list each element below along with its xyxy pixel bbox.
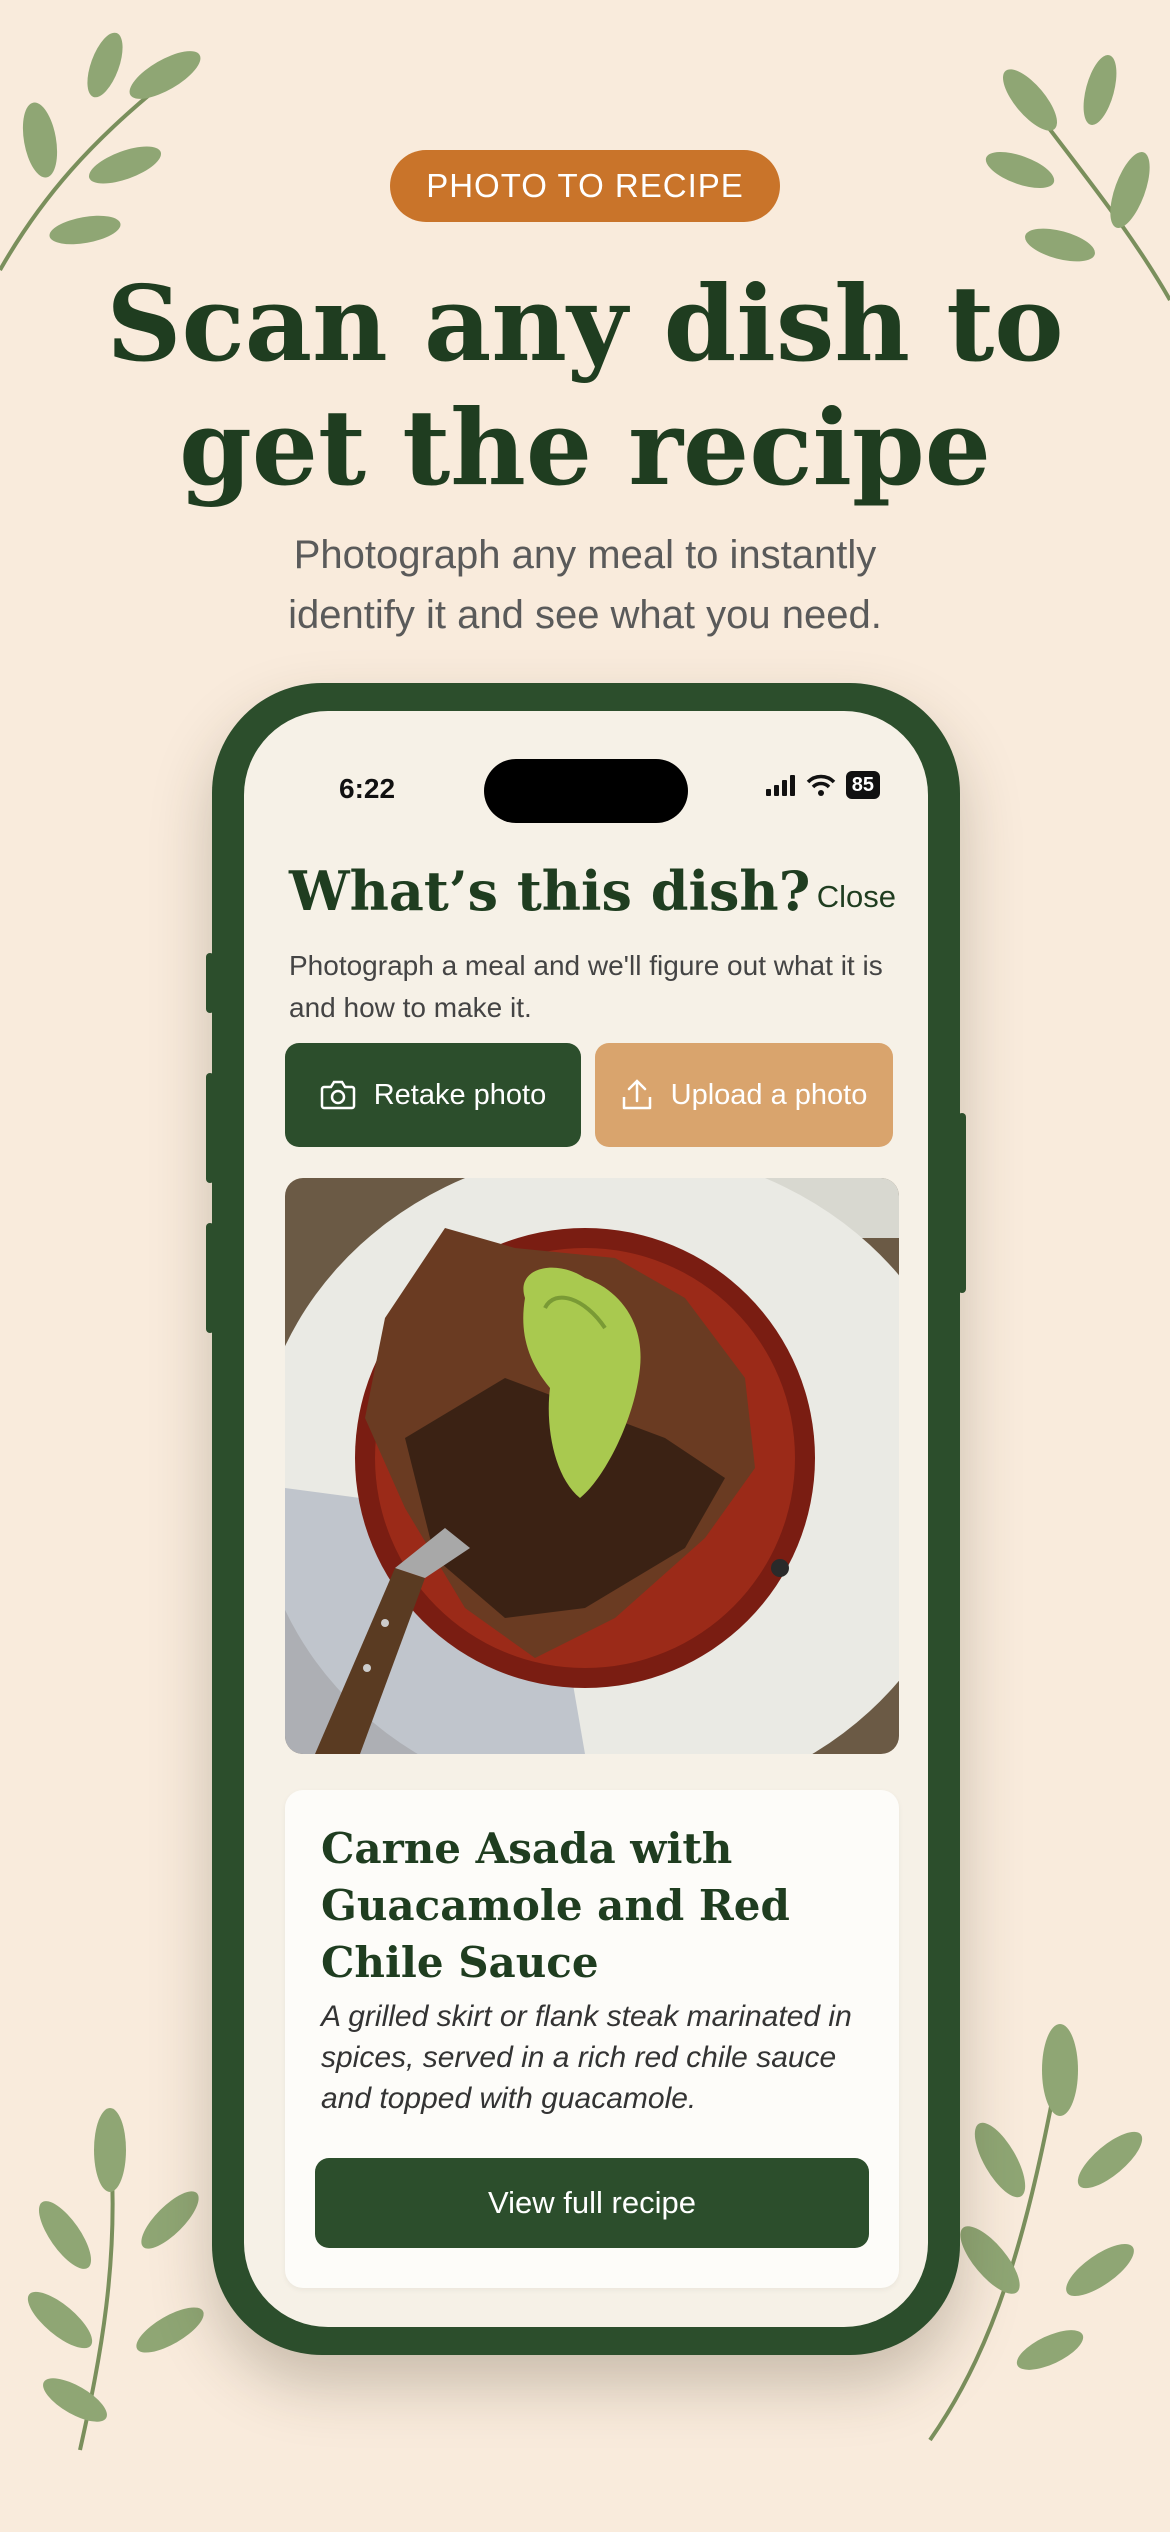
screen-description: Photograph a meal and we'll figure out w… [289, 950, 883, 1023]
wifi-icon [806, 774, 836, 796]
status-time: 6:22 [339, 773, 396, 804]
retake-photo-label: Retake photo [373, 1078, 547, 1111]
upload-icon [622, 1079, 651, 1110]
leaf-branch-icon [27, 2108, 204, 2451]
dynamic-island [484, 759, 688, 823]
power-button [958, 1113, 966, 1293]
status-icons: 85 [765, 771, 880, 799]
upload-photo-button[interactable]: Upload a photo [595, 1043, 893, 1147]
view-full-recipe-button[interactable]: View full recipe [315, 2158, 869, 2248]
headline-line-2: get the recipe [179, 386, 991, 509]
leaf-branch-icon [0, 32, 201, 271]
subheadline: Photograph any meal to instantly identif… [160, 525, 1010, 645]
subheadline-line-1: Photograph any meal to instantly [293, 533, 877, 577]
dish-summary: A grilled skirt or flank steak marinated… [321, 2000, 852, 2115]
volume-down-button [206, 1223, 214, 1333]
category-badge: PHOTO TO RECIPE [390, 150, 780, 222]
headline: Scan any dish to get the recipe [100, 262, 1070, 510]
phone-frame: 6:22 85 What’s this dish? Close Photogra… [206, 683, 966, 2355]
dish-name: Carne Asada with Guacamole and Red Chile… [321, 1824, 790, 1987]
volume-up-button [206, 1073, 214, 1183]
mute-switch [206, 953, 214, 1013]
screen-title: What’s this dish? [289, 859, 811, 923]
camera-icon [320, 1080, 355, 1110]
subheadline-line-2: identify it and see what you need. [288, 593, 882, 637]
battery-indicator: 85 [845, 771, 880, 799]
close-button[interactable]: Close [817, 879, 896, 915]
headline-line-1: Scan any dish to [106, 262, 1064, 385]
app-screen: 6:22 85 What’s this dish? Close Photogra… [244, 711, 928, 2327]
result-card: Carne Asada with Guacamole and Red Chile… [285, 1790, 899, 2288]
retake-photo-button[interactable]: Retake photo [285, 1043, 581, 1147]
upload-photo-label: Upload a photo [670, 1078, 868, 1111]
signal-icon [765, 775, 795, 796]
dish-photo [285, 1178, 899, 1754]
